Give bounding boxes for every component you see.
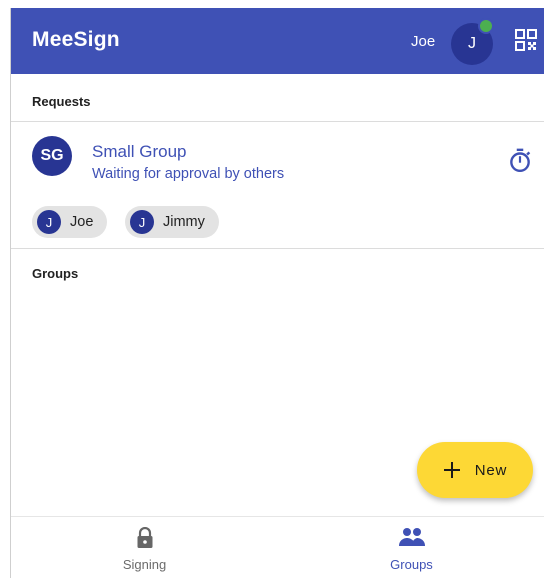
user-avatar-initial: J xyxy=(468,35,476,52)
bottom-navigation: Signing Groups xyxy=(11,516,544,579)
people-icon xyxy=(398,528,425,546)
online-status-dot xyxy=(478,18,494,34)
chip-label: Joe xyxy=(70,214,94,230)
chip-avatar: J xyxy=(130,210,154,234)
nav-item-groups[interactable]: Groups xyxy=(278,517,544,579)
divider xyxy=(11,121,544,122)
group-avatar-initials: SG xyxy=(40,147,64,164)
chip-avatar: J xyxy=(37,210,61,234)
chip-label: Jimmy xyxy=(163,214,205,230)
nav-label-signing: Signing xyxy=(122,557,167,572)
new-group-button[interactable]: New xyxy=(417,442,533,498)
nav-label-groups: Groups xyxy=(390,557,433,572)
requests-section-label: Requests xyxy=(32,94,91,109)
request-status: Waiting for approval by others xyxy=(92,166,285,182)
group-avatar: SG xyxy=(32,136,72,176)
app-bar: MeeSign Joe J xyxy=(11,8,544,74)
app-screen: MeeSign Joe J Requests SG Small Group Wa… xyxy=(10,8,544,579)
lock-icon xyxy=(137,527,152,548)
nav-item-signing[interactable]: Signing xyxy=(11,517,278,579)
plus-icon xyxy=(443,462,460,478)
member-chip-joe[interactable]: J Joe xyxy=(32,206,108,238)
qr-code-icon[interactable] xyxy=(514,28,538,52)
request-title: Small Group xyxy=(92,142,187,161)
groups-section-label: Groups xyxy=(32,266,79,281)
user-name: Joe xyxy=(411,33,436,50)
member-chip-jimmy[interactable]: J Jimmy xyxy=(125,206,219,238)
divider xyxy=(11,248,544,249)
app-title: MeeSign xyxy=(32,28,120,51)
timer-icon xyxy=(510,148,531,173)
new-button-label: New xyxy=(474,461,508,479)
